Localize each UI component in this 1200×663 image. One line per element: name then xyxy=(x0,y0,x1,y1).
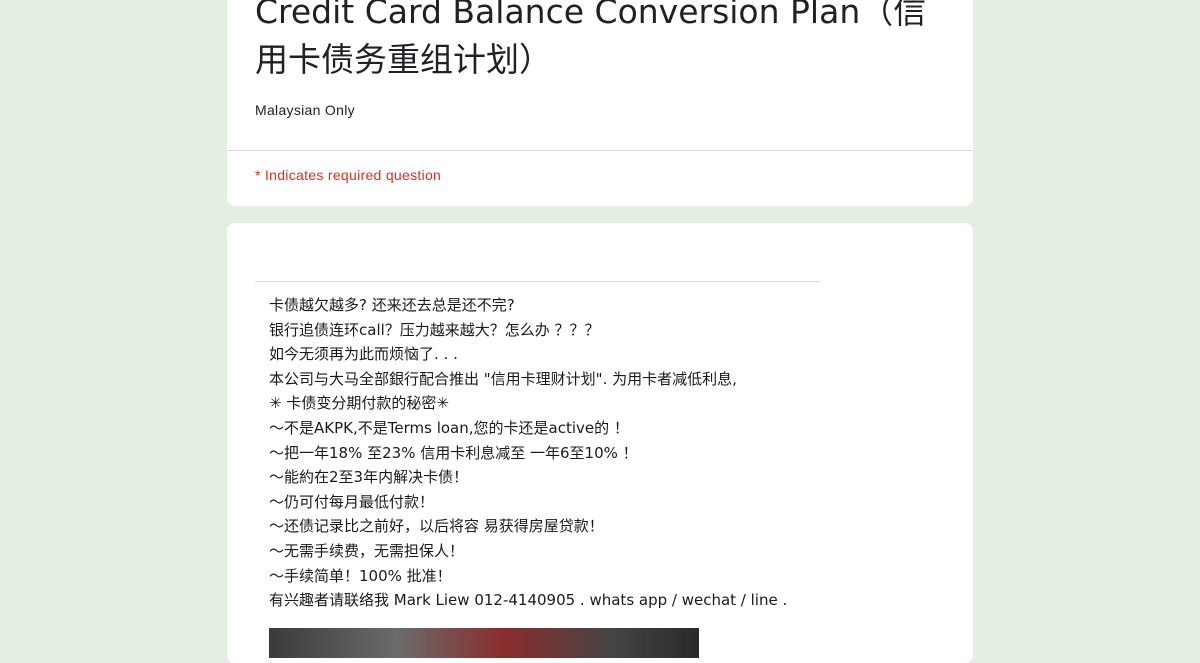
promo-line: ～还债记录比之前好，以后将容 易获得房屋贷款！ xyxy=(269,517,604,536)
promo-line: ～手续简单！100% 批准！ xyxy=(269,566,452,585)
promo-line: 本公司与大马全部銀行配合推出 "信用卡理财计划". 为用卡者减低利息, xyxy=(269,369,737,388)
promo-line: 卡债越欠越多? 还来还去总是还不完? xyxy=(269,296,515,314)
header-divider xyxy=(227,150,973,151)
form-title: Credit Card Balance Conversion Plan（信用卡债… xyxy=(255,0,927,79)
promo-line: ～把一年18% 至23% 信用卡利息减至 一年6至10% ！ xyxy=(269,443,638,462)
promo-line: ～不是AKPK,不是Terms loan,您的卡还是active的 ！ xyxy=(269,418,629,437)
form-header-card: Credit Card Balance Conversion Plan（信用卡债… xyxy=(227,0,973,206)
promo-photo xyxy=(269,628,699,658)
form-description: Malaysian Only xyxy=(255,102,355,118)
promo-line: 如今无须再为此而烦恼了. . . xyxy=(269,345,458,364)
promo-line: ～仍可付每月最低付款！ xyxy=(269,492,435,511)
promo-line: ～无需手续费，无需担保人！ xyxy=(269,541,465,560)
image-item-card: 卡债越欠越多? 还来还去总是还不完? 银行追债连环call？压力越来越大？怎么办… xyxy=(227,223,973,663)
promo-line: ～能約在2至3年内解决卡债！ xyxy=(269,468,469,487)
image-top-border xyxy=(255,281,821,282)
promo-line: 银行追债连环call？压力越来越大？怎么办 ？？？ xyxy=(269,320,600,339)
promo-image: 卡债越欠越多? 还来还去总是还不完? 银行追债连环call？压力越来越大？怎么办… xyxy=(255,283,821,663)
promo-line: 有兴趣者请联络我 Mark Liew 012-4140905 . whats a… xyxy=(269,591,788,610)
promo-text-lines: 卡债越欠越多? 还来还去总是还不完? 银行追债连环call？压力越来越大？怎么办… xyxy=(269,293,787,613)
promo-line: ✳ 卡债变分期付款的秘密✳ xyxy=(269,394,449,413)
required-question-note: * Indicates required question xyxy=(255,167,442,183)
